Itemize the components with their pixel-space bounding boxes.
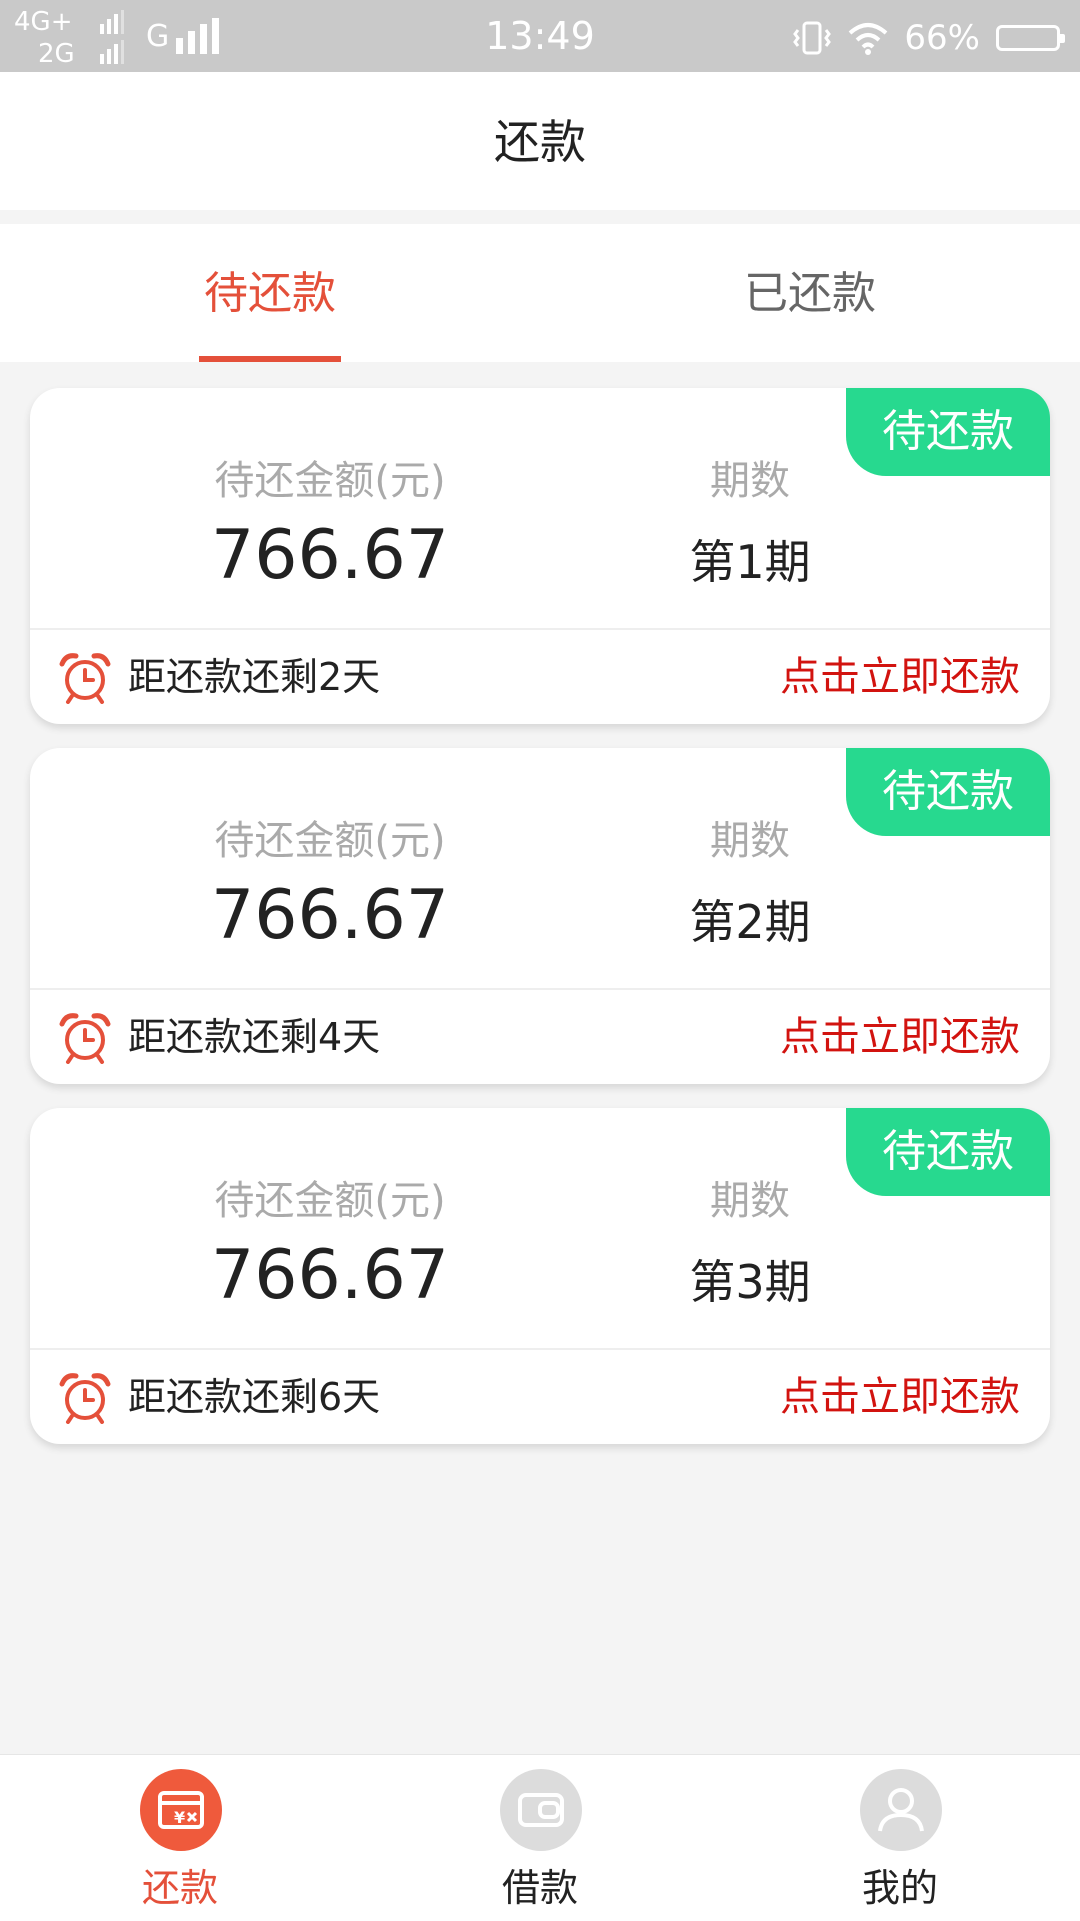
tab-label: 已还款 <box>744 268 876 319</box>
tab-active-indicator <box>199 356 341 362</box>
repayment-card[interactable]: 待还款 待还金额(元) 766.67 期数 第1期 距还款还剩2天 点击立即还款 <box>30 388 1050 724</box>
amount-value: 766.67 <box>211 516 449 595</box>
wifi-icon <box>849 23 888 55</box>
amount-label: 待还金额(元) <box>214 818 446 864</box>
nav-label: 借款 <box>501 1866 578 1910</box>
tab-pending-repayment[interactable]: 待还款 <box>0 224 540 362</box>
tab-repaid[interactable]: 已还款 <box>540 224 1080 362</box>
status-right: 66% <box>792 16 1065 60</box>
countdown-text: 距还款还剩4天 <box>128 1015 381 1059</box>
amount-label: 待还金额(元) <box>214 458 446 504</box>
nav-item-borrow[interactable]: 借款 <box>360 1755 720 1921</box>
svg-text:¥: ¥ <box>174 1808 185 1827</box>
battery-icon <box>996 25 1065 51</box>
nav-item-mine[interactable]: 我的 <box>720 1755 1080 1921</box>
pay-now-link[interactable]: 点击立即还款 <box>780 1372 1020 1422</box>
bottom-navigation: ¥ 还款 借款 我的 <box>0 1754 1080 1921</box>
wallet-icon-glyph <box>518 1793 564 1827</box>
battery-percent: 66% <box>904 18 980 58</box>
nav-label: 还款 <box>141 1866 218 1910</box>
pay-now-link[interactable]: 点击立即还款 <box>780 1012 1020 1062</box>
amount-value: 766.67 <box>211 876 449 955</box>
card-divider <box>30 628 1050 630</box>
user-icon <box>860 1769 942 1851</box>
alarm-clock-icon <box>59 1373 111 1424</box>
repay-icon: ¥ <box>140 1769 222 1851</box>
countdown-text: 距还款还剩2天 <box>128 655 381 699</box>
nav-item-repay[interactable]: ¥ 还款 <box>0 1755 360 1921</box>
card-divider <box>30 988 1050 990</box>
period-label: 期数 <box>710 458 790 504</box>
period-label: 期数 <box>710 1178 790 1224</box>
repayment-card[interactable]: 待还款 待还金额(元) 766.67 期数 第3期 距还款还剩6天 点击立即还款 <box>30 1108 1050 1444</box>
period-label: 期数 <box>710 818 790 864</box>
page-header: 还款 <box>0 72 1080 210</box>
repay-icon-glyph: ¥ <box>158 1791 204 1829</box>
pay-now-link[interactable]: 点击立即还款 <box>780 652 1020 702</box>
tab-label: 待还款 <box>204 268 336 319</box>
alarm-clock-icon <box>59 653 111 704</box>
wallet-icon <box>500 1769 582 1851</box>
amount-label: 待还金额(元) <box>214 1178 446 1224</box>
alarm-clock-icon <box>59 1013 111 1064</box>
period-value: 第3期 <box>689 1255 811 1309</box>
card-divider <box>30 1348 1050 1350</box>
countdown-text: 距还款还剩6天 <box>128 1375 381 1419</box>
page-title: 还款 <box>494 115 586 169</box>
repayment-card[interactable]: 待还款 待还金额(元) 766.67 期数 第2期 距还款还剩4天 点击立即还款 <box>30 748 1050 1084</box>
vibrate-icon <box>793 21 832 55</box>
period-value: 第1期 <box>689 535 811 589</box>
status-bar: 4G+ 2G G 13:49 66% <box>0 0 1080 72</box>
user-icon-glyph <box>878 1788 924 1832</box>
tab-bar: 待还款 已还款 <box>0 224 1080 362</box>
nav-label: 我的 <box>861 1866 938 1910</box>
period-value: 第2期 <box>689 895 811 949</box>
amount-value: 766.67 <box>211 1236 449 1315</box>
